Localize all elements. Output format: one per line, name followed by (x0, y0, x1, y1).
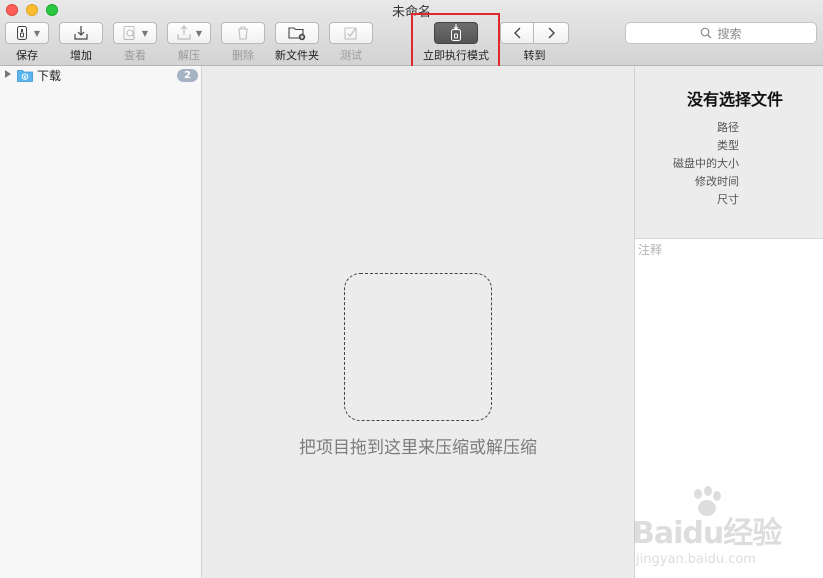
search-input[interactable]: 搜索 (625, 22, 817, 44)
chevron-left-icon (513, 27, 521, 38)
info-field-disk-size: 磁盘中的大小 (673, 157, 739, 170)
save-label: 保存 (16, 49, 38, 62)
back-button[interactable] (501, 24, 535, 43)
disclosure-triangle-icon[interactable] (5, 70, 11, 78)
archive-content-area[interactable]: 把项目拖到这里来压缩或解压缩 (202, 66, 634, 578)
magnifier-icon (123, 26, 136, 40)
toolbar: 未命名 ▼ 保存 增加 ▼ 查看 ▼ 解压 删除 新文件夹 测试 立即执行模式 … (0, 0, 823, 76)
search-icon (701, 27, 712, 39)
info-field-type: 类型 (717, 139, 739, 152)
downloads-folder-icon (17, 70, 33, 82)
add-to-archive-icon (74, 26, 88, 40)
goto-label: 转到 (523, 49, 546, 62)
delete-button[interactable] (221, 22, 265, 44)
count-badge: 2 (177, 69, 198, 82)
test-label: 测试 (340, 49, 362, 62)
delete-label: 删除 (232, 49, 254, 62)
test-button[interactable] (329, 22, 373, 44)
chevron-down-icon: ▼ (195, 28, 203, 38)
chevron-down-icon: ▼ (141, 28, 149, 38)
navigation-segmented-control (500, 22, 569, 44)
add-label: 增加 (70, 49, 92, 62)
new-folder-icon (288, 27, 306, 41)
watermark-brand: Baidu经验 (632, 516, 782, 551)
info-field-modified: 修改时间 (695, 175, 739, 188)
sidebar-item-downloads[interactable]: 下载 2 (0, 66, 202, 84)
info-field-dimensions: 尺寸 (717, 193, 739, 206)
sidebar: 下载 2 (0, 66, 202, 578)
sidebar-item-label: 下载 (37, 69, 62, 83)
baidu-watermark: Baidu经验 jingyan.baidu.com (632, 486, 822, 576)
new-folder-label: 新文件夹 (275, 49, 319, 62)
trash-icon (238, 26, 248, 40)
segment-divider (533, 22, 534, 44)
info-field-path: 路径 (717, 121, 739, 134)
archive-icon (16, 26, 27, 40)
info-panel: 没有选择文件 路径 类型 磁盘中的大小 修改时间 尺寸 (634, 66, 823, 238)
new-folder-button[interactable] (275, 22, 319, 44)
chevron-right-icon (548, 27, 556, 38)
view-label: 查看 (124, 49, 146, 62)
chevron-down-icon: ▼ (33, 28, 41, 38)
drop-hint-text: 把项目拖到这里来压缩或解压缩 (299, 438, 537, 458)
search-placeholder: 搜索 (717, 26, 742, 41)
drop-zone[interactable] (344, 273, 492, 421)
save-button[interactable]: ▼ (5, 22, 49, 44)
extract-icon (177, 25, 191, 40)
checkbox-icon (344, 27, 357, 40)
notes-placeholder: 注释 (638, 243, 663, 257)
watermark-url: jingyan.baidu.com (636, 552, 756, 567)
extract-button[interactable]: ▼ (167, 22, 211, 44)
extract-label: 解压 (178, 49, 200, 62)
add-button[interactable] (59, 22, 103, 44)
forward-button[interactable] (535, 24, 569, 43)
info-title: 没有选择文件 (686, 90, 783, 109)
view-button[interactable]: ▼ (113, 22, 157, 44)
